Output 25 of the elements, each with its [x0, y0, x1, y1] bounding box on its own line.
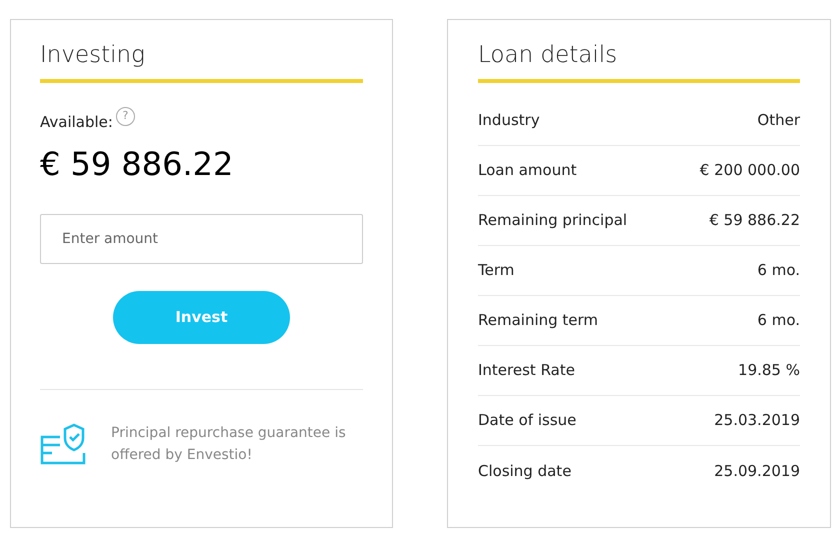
detail-label: Closing date: [478, 460, 572, 482]
detail-value: 6 mo.: [757, 260, 800, 282]
guarantee-text: Principal repurchase guarantee is offered by Envestio!: [111, 424, 347, 464]
detail-value: 6 mo.: [757, 310, 800, 332]
card-title: Loan details: [478, 41, 618, 70]
shield-check-icon: [40, 422, 86, 464]
help-icon[interactable]: ?: [116, 107, 135, 126]
detail-label: Loan amount: [478, 160, 577, 182]
detail-label: Industry: [478, 110, 540, 132]
amount-field[interactable]: Enter amount: [40, 214, 363, 264]
detail-label: Interest Rate: [478, 360, 575, 382]
detail-label: Term: [478, 260, 514, 282]
detail-label: Date of issue: [478, 410, 576, 432]
card-title: Investing: [40, 41, 146, 70]
detail-label: Remaining principal: [478, 210, 628, 232]
detail-value: 25.09.2019: [714, 460, 800, 482]
available-amount: € 59 886.22: [40, 144, 234, 184]
detail-label: Remaining term: [478, 310, 598, 332]
invest-button[interactable]: Invest: [113, 290, 290, 344]
detail-value: 25.03.2019: [714, 410, 800, 432]
detail-value: 19.85 %: [738, 360, 800, 382]
detail-value: Other: [757, 110, 800, 132]
detail-value: € 200 000.00: [700, 160, 800, 182]
detail-value: € 59 886.22: [709, 210, 800, 232]
available-label: Available:: [40, 112, 113, 133]
